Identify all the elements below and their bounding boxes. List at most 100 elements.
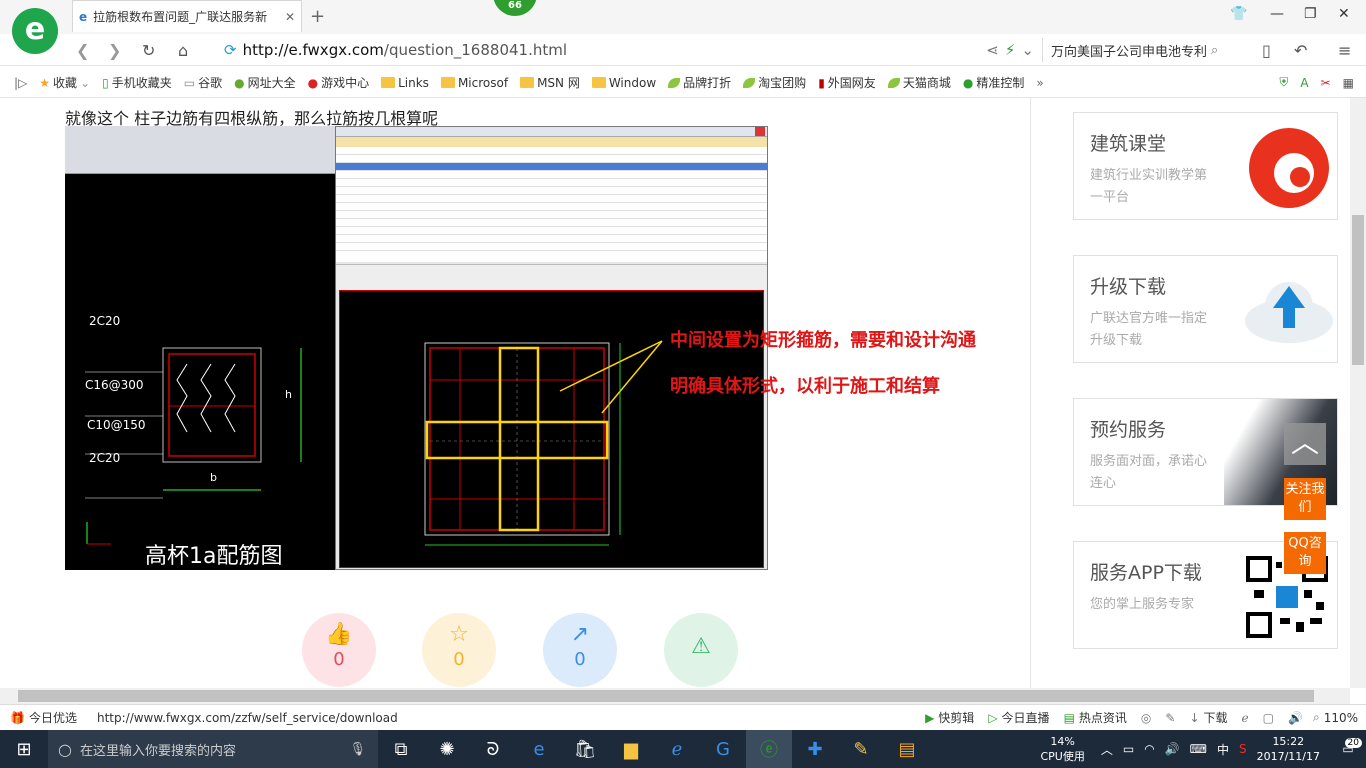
- cpu-usage[interactable]: 14% CPU使用: [1040, 734, 1084, 764]
- status-item[interactable]: 热点资讯: [1079, 709, 1127, 726]
- navigation-bar: ❮ ❯ ↻ ⌂ ⟳ http://e.fwxgx.com/question_16…: [0, 34, 1366, 66]
- zoom-level[interactable]: 110%: [1324, 711, 1358, 725]
- horizontal-scroll-thumb[interactable]: [18, 690, 1314, 702]
- vertical-scrollbar[interactable]: [1350, 98, 1366, 688]
- back-to-top-button[interactable]: ︿: [1284, 423, 1326, 465]
- pin-icon[interactable]: ✎: [1165, 711, 1175, 725]
- favorite-button[interactable]: ☆ 0: [422, 613, 496, 687]
- notification-center-icon[interactable]: ▭ 20: [1330, 738, 1366, 756]
- sidebar-toggle-icon[interactable]: |▷: [14, 76, 27, 90]
- qq-consult-button[interactable]: QQ咨询: [1284, 532, 1326, 574]
- status-item[interactable]: 今日直播: [1002, 709, 1050, 726]
- bookmark-item[interactable]: 品牌打折: [668, 74, 731, 91]
- slides-app-icon[interactable]: ▤: [884, 730, 930, 768]
- close-window-button[interactable]: ✕: [1338, 6, 1350, 22]
- new-tab-button[interactable]: +: [310, 6, 325, 27]
- card-upgrade-download[interactable]: 升级下载 广联达官方唯一指定升级下载: [1073, 255, 1338, 363]
- like-button[interactable]: 👍 0: [302, 613, 376, 687]
- bookmark-item[interactable]: ● 游戏中心: [308, 74, 370, 91]
- forward-icon[interactable]: ❯: [108, 41, 121, 60]
- task-view-icon[interactable]: ⧉: [378, 730, 424, 768]
- card-title: 建筑课堂: [1090, 133, 1167, 155]
- menu-icon[interactable]: ≡: [1338, 41, 1351, 60]
- internet-explorer-icon[interactable]: ℯ: [654, 730, 700, 768]
- app-plus-icon[interactable]: ✚: [792, 730, 838, 768]
- bookmark-item[interactable]: ▯ 手机收藏夹: [102, 74, 172, 91]
- url-host: http://e.fwxgx.com: [242, 41, 384, 59]
- more-bookmarks-icon[interactable]: »: [1036, 76, 1043, 90]
- chevron-up-icon[interactable]: ︿: [1101, 741, 1113, 758]
- ime-indicator[interactable]: 中: [1217, 741, 1229, 758]
- speed-badge[interactable]: 66: [493, 0, 537, 16]
- taskbar-search-placeholder: 在这里输入你要搜索的内容: [79, 743, 236, 759]
- grid-icon[interactable]: ▦: [1343, 76, 1354, 90]
- app-swirl-icon[interactable]: ᘐ: [470, 730, 516, 768]
- follow-us-button[interactable]: 关注我们: [1284, 478, 1326, 520]
- dialog-close-icon[interactable]: [755, 127, 765, 136]
- clock[interactable]: 15:22 2017/11/17: [1257, 734, 1320, 764]
- speed-icon[interactable]: ◎: [1141, 711, 1151, 725]
- today-picks-label[interactable]: 今日优选: [29, 709, 77, 726]
- bookmark-item[interactable]: 天猫商城: [887, 74, 951, 91]
- browser-tab[interactable]: e 拉筋根数布置问题_广联达服务新 ✕: [72, 0, 302, 32]
- bookmark-item[interactable]: Window: [591, 76, 656, 90]
- phone-icon[interactable]: ▯: [1262, 41, 1271, 60]
- download-label[interactable]: 下载: [1204, 709, 1228, 726]
- translate-icon[interactable]: A: [1300, 76, 1308, 90]
- speaker-icon[interactable]: 🔊: [1165, 742, 1180, 756]
- vertical-scroll-thumb[interactable]: [1352, 215, 1364, 365]
- app-pinwheel-icon[interactable]: ✺: [424, 730, 470, 768]
- volume-icon[interactable]: 🔊: [1288, 711, 1303, 725]
- back-icon[interactable]: ❮: [76, 41, 89, 60]
- refresh-icon[interactable]: ↻: [142, 41, 155, 60]
- news-icon: ▤: [1063, 710, 1075, 725]
- bookmark-item[interactable]: ★ 收藏 ⌄: [39, 74, 90, 91]
- bookmark-item[interactable]: 淘宝团购: [743, 74, 806, 91]
- lightning-icon[interactable]: ⚡: [1005, 41, 1016, 59]
- restore-button[interactable]: ❐: [1304, 6, 1317, 22]
- notes-app-icon[interactable]: ✎: [838, 730, 884, 768]
- chevron-down-icon[interactable]: ⌄: [1021, 41, 1034, 59]
- bookmark-label: Microsof: [457, 75, 509, 90]
- home-icon[interactable]: ⌂: [178, 41, 188, 60]
- browser-title-bar: e 拉筋根数布置问题_广联达服务新 ✕ + 66 👕 — ❐ ✕: [0, 0, 1366, 34]
- share-icon[interactable]: ⋖: [986, 41, 999, 59]
- status-item[interactable]: 快剪辑: [938, 709, 974, 726]
- cad-left-panel: 2C20 C16@300 C10@150 2C20 b h: [65, 126, 335, 570]
- store-icon[interactable]: 🛍: [562, 730, 608, 768]
- bookmark-item[interactable]: Links: [381, 76, 429, 90]
- taskbar-search[interactable]: ○ 在这里输入你要搜索的内容 🎙: [48, 730, 378, 768]
- browser-taskbar-icon[interactable]: ⓔ: [746, 730, 792, 768]
- search-box[interactable]: 万向美国子公司申电池专利 ⌕: [1042, 38, 1242, 62]
- wifi-icon[interactable]: ◠: [1144, 742, 1154, 756]
- report-button[interactable]: ⚠: [664, 613, 738, 687]
- share-button[interactable]: ↗ 0: [543, 613, 617, 687]
- bookmark-item[interactable]: Microsof: [440, 75, 509, 90]
- minimize-button[interactable]: —: [1270, 6, 1284, 22]
- window-icon[interactable]: ▢: [1263, 711, 1274, 725]
- question-image[interactable]: 2C20 C16@300 C10@150 2C20 b h 高杯1a配筋图: [65, 126, 768, 570]
- ie-icon[interactable]: ℯ: [1242, 711, 1249, 725]
- edge-icon[interactable]: e: [516, 730, 562, 768]
- close-tab-icon[interactable]: ✕: [285, 10, 295, 24]
- keyboard-icon[interactable]: ⌨: [1190, 742, 1207, 756]
- windows-start-icon[interactable]: ⊞: [0, 730, 48, 768]
- bookmark-item[interactable]: ● 精准控制: [963, 74, 1025, 91]
- undo-icon[interactable]: ↶: [1294, 41, 1307, 60]
- scissors-icon[interactable]: ✂: [1321, 76, 1331, 90]
- address-bar[interactable]: ⟳ http://e.fwxgx.com/question_1688041.ht…: [224, 38, 1034, 62]
- bookmark-item[interactable]: ▭ 谷歌: [184, 74, 222, 91]
- file-explorer-icon[interactable]: ▆: [608, 730, 654, 768]
- sogou-icon[interactable]: S: [1239, 742, 1247, 756]
- glodon-app-icon[interactable]: G: [700, 730, 746, 768]
- bookmark-item[interactable]: MSN 网: [520, 74, 580, 91]
- battery-icon[interactable]: ▭: [1123, 742, 1134, 756]
- bookmark-item[interactable]: ● 网址大全: [234, 74, 296, 91]
- card-building-class[interactable]: 建筑课堂 建筑行业实训教学第一平台: [1073, 112, 1338, 220]
- shield-icon[interactable]: ⛨: [1279, 75, 1288, 90]
- search-icon[interactable]: ⌕: [1211, 43, 1218, 58]
- microphone-icon[interactable]: 🎙: [349, 742, 366, 757]
- browser-logo-icon[interactable]: e: [12, 8, 58, 54]
- skin-icon[interactable]: 👕: [1230, 6, 1247, 22]
- bookmark-item[interactable]: ▮ 外国网友: [818, 74, 876, 91]
